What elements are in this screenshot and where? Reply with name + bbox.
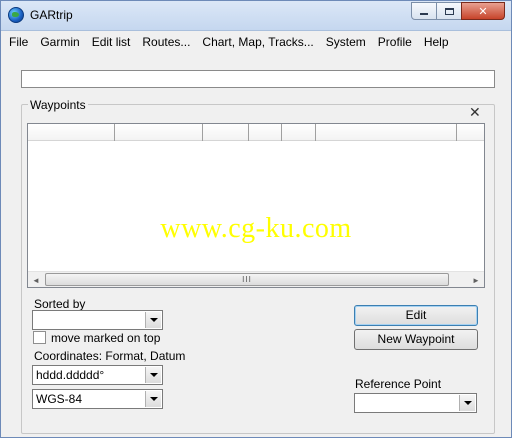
chevron-down-icon[interactable] [145,367,161,383]
scroll-left-icon[interactable]: ◄ [28,272,44,288]
column-header[interactable] [203,124,249,141]
coordinates-label: Coordinates: Format, Datum [34,349,186,363]
datum-value: WGS-84 [36,392,83,406]
chevron-down-icon[interactable] [459,395,475,411]
column-header[interactable] [249,124,282,141]
top-text-field[interactable] [21,70,495,88]
sorted-by-dropdown[interactable] [32,310,163,330]
close-icon: ✕ [478,5,488,18]
app-window: GARtrip ✕ File Garmin Edit list Routes..… [0,0,512,438]
menu-system[interactable]: System [320,32,372,52]
menu-profile[interactable]: Profile [372,32,418,52]
title-bar[interactable]: GARtrip ✕ [1,1,511,31]
chevron-down-icon[interactable] [145,391,161,407]
reference-point-label: Reference Point [355,377,442,391]
maximize-icon [444,7,454,15]
minimize-icon [420,13,428,15]
menu-bar: File Garmin Edit list Routes... Chart, M… [1,32,511,52]
reference-point-dropdown[interactable] [354,393,477,413]
coordinate-format-dropdown[interactable]: hddd.ddddd° [32,365,163,385]
maximize-button[interactable] [436,2,462,20]
menu-garmin[interactable]: Garmin [34,32,85,52]
watermark-text: www.cg-ku.com [160,213,352,244]
sorted-by-label: Sorted by [34,297,86,311]
menu-routes[interactable]: Routes... [136,32,196,52]
globe-icon [8,7,24,23]
column-header[interactable] [115,124,203,141]
grip-icon: III [242,275,252,284]
edit-button[interactable]: Edit [354,305,478,326]
close-button[interactable]: ✕ [461,2,505,20]
move-marked-label: move marked on top [51,331,161,345]
edit-button-label: Edit [405,308,427,322]
scroll-right-icon[interactable]: ► [468,272,484,288]
list-header [28,124,484,141]
column-header[interactable] [282,124,316,141]
new-waypoint-button[interactable]: New Waypoint [354,329,478,350]
new-waypoint-button-label: New Waypoint [377,332,455,346]
list-body[interactable]: www.cg-ku.com [28,141,484,271]
scroll-thumb[interactable]: III [45,273,449,286]
datum-dropdown[interactable]: WGS-84 [32,389,163,409]
column-header[interactable] [28,124,115,141]
minimize-button[interactable] [411,2,437,20]
horizontal-scrollbar[interactable]: ◄ III ► [28,271,484,287]
waypoints-legend: Waypoints [28,98,88,112]
coordinate-format-value: hddd.ddddd° [36,368,105,382]
caption-buttons: ✕ [411,2,505,20]
chevron-down-icon[interactable] [145,312,161,328]
move-marked-checkbox[interactable] [33,331,46,344]
column-header[interactable] [316,124,457,141]
menu-file[interactable]: File [1,32,34,52]
close-icon[interactable]: ✕ [469,105,481,119]
menu-chart-map-tracks[interactable]: Chart, Map, Tracks... [196,32,319,52]
window-title: GARtrip [30,8,73,22]
menu-edit-list[interactable]: Edit list [86,32,137,52]
waypoints-list[interactable]: www.cg-ku.com ◄ III ► [27,123,485,288]
column-header[interactable] [457,124,484,141]
menu-help[interactable]: Help [418,32,455,52]
